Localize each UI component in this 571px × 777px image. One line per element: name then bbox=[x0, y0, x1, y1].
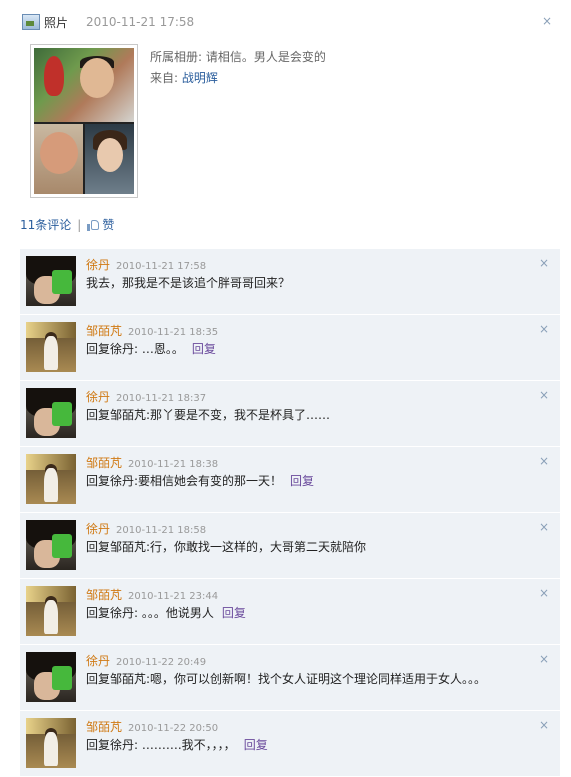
comment-text: 回复徐丹: 。。。他说男人 bbox=[86, 606, 214, 620]
commenter-name[interactable]: 徐丹 bbox=[86, 652, 110, 669]
comment-time: 2010-11-21 23:44 bbox=[128, 591, 219, 602]
separator: | bbox=[77, 217, 82, 232]
comment-text: 回复徐丹: …恩。。 bbox=[86, 342, 184, 356]
comment-text-line: 回复徐丹:要相信她会有变的那一天！ 回复 bbox=[86, 472, 314, 489]
commenter-name[interactable]: 徐丹 bbox=[86, 388, 110, 405]
avatar[interactable] bbox=[26, 454, 76, 504]
comment-item: 邹皕芃 2010-11-21 23:44 回复徐丹: 。。。他说男人 回复 × bbox=[20, 579, 560, 645]
comment-text: 我去，那我是不是该追个胖哥哥回来？ bbox=[86, 276, 291, 290]
comment-header: 邹皕芃 2010-11-21 18:35 bbox=[86, 322, 218, 339]
photo-thumbnail[interactable] bbox=[30, 44, 138, 198]
avatar[interactable] bbox=[26, 520, 76, 570]
post-header: 照片 2010-11-21 17:58 bbox=[22, 12, 194, 32]
delete-comment-icon[interactable]: × bbox=[539, 586, 549, 600]
photo-icon bbox=[22, 14, 40, 30]
reply-link[interactable]: 回复 bbox=[290, 474, 314, 488]
commenter-name[interactable]: 邹皕芃 bbox=[86, 454, 122, 471]
comment-item: 徐丹 2010-11-21 18:58 回复邹皕芃:行，你敢找一这样的，大哥第二天就… bbox=[20, 513, 560, 579]
close-icon[interactable]: × bbox=[542, 14, 552, 28]
comment-text-line: 回复邹皕芃:行，你敢找一这样的，大哥第二天就陪你 bbox=[86, 538, 366, 555]
album-line: 所属相册: 请相信。男人是会变的 bbox=[150, 47, 326, 68]
comment-header: 徐丹 2010-11-21 18:58 bbox=[86, 520, 206, 537]
comment-item: 邹皕芃 2010-11-21 18:35 回复徐丹: …恩。。 回复 × bbox=[20, 315, 560, 381]
commenter-name[interactable]: 邹皕芃 bbox=[86, 322, 122, 339]
commenter-name[interactable]: 徐丹 bbox=[86, 520, 110, 537]
reply-link[interactable]: 回复 bbox=[222, 606, 246, 620]
delete-comment-icon[interactable]: × bbox=[539, 322, 549, 336]
comment-header: 徐丹 2010-11-22 20:49 bbox=[86, 652, 206, 669]
commenter-name[interactable]: 邹皕芃 bbox=[86, 586, 122, 603]
post-type-label: 照片 bbox=[44, 15, 69, 30]
avatar[interactable] bbox=[26, 586, 76, 636]
album-link[interactable]: 请相信。男人是会变的 bbox=[206, 50, 326, 64]
photo-part-parrot-man bbox=[34, 48, 134, 122]
commenter-name[interactable]: 徐丹 bbox=[86, 256, 110, 273]
comment-item: 邹皕芃 2010-11-22 20:50 回复徐丹: ……….我不，，，， 回复 × bbox=[20, 711, 560, 777]
comment-count-link[interactable]: 11条评论 bbox=[20, 216, 71, 233]
comment-header: 邹皕芃 2010-11-21 18:38 bbox=[86, 454, 218, 471]
delete-comment-icon[interactable]: × bbox=[539, 454, 549, 468]
avatar[interactable] bbox=[26, 388, 76, 438]
comment-header: 徐丹 2010-11-21 18:37 bbox=[86, 388, 206, 405]
thumbs-up-icon[interactable] bbox=[87, 219, 100, 231]
reply-link[interactable]: 回复 bbox=[244, 738, 268, 752]
comment-text-line: 回复徐丹: …恩。。 回复 bbox=[86, 340, 216, 357]
delete-comment-icon[interactable]: × bbox=[539, 520, 549, 534]
like-button[interactable]: 赞 bbox=[102, 216, 114, 233]
comment-time: 2010-11-22 20:49 bbox=[116, 657, 207, 668]
delete-comment-icon[interactable]: × bbox=[539, 652, 549, 666]
avatar[interactable] bbox=[26, 718, 76, 768]
comment-item: 徐丹 2010-11-21 17:58 我去，那我是不是该追个胖哥哥回来？ × bbox=[20, 249, 560, 315]
comment-text-line: 回复邹皕芃:嗯，你可以创新啊！找个女人证明这个理论同样适用于女人。。。 bbox=[86, 670, 486, 687]
comment-time: 2010-11-21 18:35 bbox=[128, 327, 219, 338]
comment-header: 徐丹 2010-11-21 17:58 bbox=[86, 256, 206, 273]
comment-text: 回复邹皕芃:那丫要是不变，我不是杯具了…… bbox=[86, 408, 331, 422]
avatar[interactable] bbox=[26, 322, 76, 372]
delete-comment-icon[interactable]: × bbox=[539, 256, 549, 270]
comment-time: 2010-11-22 20:50 bbox=[128, 723, 219, 734]
comment-time: 2010-11-21 18:37 bbox=[116, 393, 207, 404]
from-label: 来自: bbox=[150, 71, 179, 85]
comment-time: 2010-11-21 18:58 bbox=[116, 525, 207, 536]
reply-link[interactable]: 回复 bbox=[192, 342, 216, 356]
comment-text-line: 我去，那我是不是该追个胖哥哥回来？ bbox=[86, 274, 290, 291]
commenter-name[interactable]: 邹皕芃 bbox=[86, 718, 122, 735]
avatar[interactable] bbox=[26, 652, 76, 702]
comment-text: 回复徐丹:要相信她会有变的那一天！ bbox=[86, 474, 283, 488]
comment-time: 2010-11-21 18:38 bbox=[128, 459, 219, 470]
comment-list: 徐丹 2010-11-21 17:58 我去，那我是不是该追个胖哥哥回来？ × 邹皕芃 2… bbox=[20, 249, 560, 777]
comment-text: 回复徐丹: ……….我不，，，， bbox=[86, 738, 236, 752]
photo-part-man bbox=[34, 124, 83, 194]
comment-time: 2010-11-21 17:58 bbox=[116, 261, 207, 272]
photo-collage bbox=[34, 48, 134, 194]
author-link[interactable]: 战明辉 bbox=[182, 71, 218, 85]
from-line: 来自: 战明辉 bbox=[150, 68, 326, 89]
comment-text-line: 回复邹皕芃:那丫要是不变，我不是杯具了…… bbox=[86, 406, 330, 423]
comment-header: 邹皕芃 2010-11-22 20:50 bbox=[86, 718, 218, 735]
album-label: 所属相册: bbox=[150, 50, 203, 64]
post-timestamp: 2010-11-21 17:58 bbox=[86, 15, 195, 29]
action-bar: 11条评论 | 赞 bbox=[20, 216, 114, 233]
comment-text-line: 回复徐丹: ……….我不，，，， 回复 bbox=[86, 736, 268, 753]
comment-text-line: 回复徐丹: 。。。他说男人 回复 bbox=[86, 604, 246, 621]
delete-comment-icon[interactable]: × bbox=[539, 718, 549, 732]
comment-text: 回复邹皕芃:嗯，你可以创新啊！找个女人证明这个理论同样适用于女人。。。 bbox=[86, 672, 487, 686]
delete-comment-icon[interactable]: × bbox=[539, 388, 549, 402]
avatar[interactable] bbox=[26, 256, 76, 306]
photo-meta: 所属相册: 请相信。男人是会变的 来自: 战明辉 bbox=[150, 47, 326, 89]
photo-part-young-man bbox=[85, 124, 134, 194]
comment-item: 徐丹 2010-11-22 20:49 回复邹皕芃:嗯，你可以创新啊！找个女人证明这… bbox=[20, 645, 560, 711]
comment-text: 回复邹皕芃:行，你敢找一这样的，大哥第二天就陪你 bbox=[86, 540, 367, 554]
comment-item: 徐丹 2010-11-21 18:37 回复邹皕芃:那丫要是不变，我不是杯具了…… × bbox=[20, 381, 560, 447]
comment-item: 邹皕芃 2010-11-21 18:38 回复徐丹:要相信她会有变的那一天！ 回复 × bbox=[20, 447, 560, 513]
comment-header: 邹皕芃 2010-11-21 23:44 bbox=[86, 586, 218, 603]
